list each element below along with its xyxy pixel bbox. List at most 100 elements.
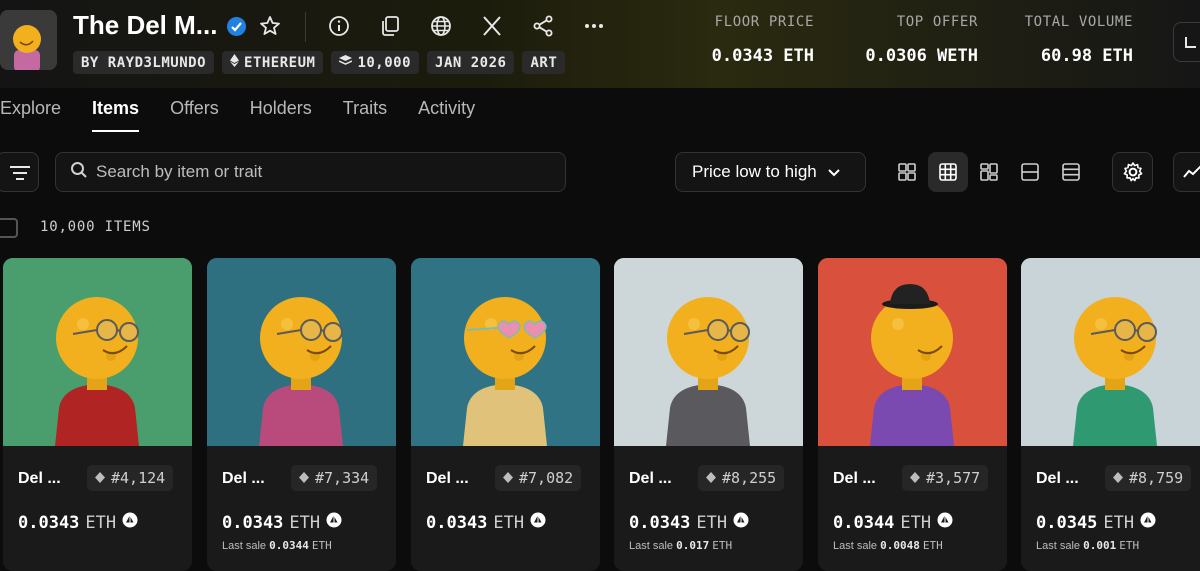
nft-card[interactable]: Del ... #7,082 0.0343 ETH bbox=[411, 258, 600, 571]
stat-label: FLOOR PRICE bbox=[714, 14, 814, 30]
token-id-badge: #3,577 bbox=[902, 465, 989, 491]
nft-card[interactable]: Del ... #3,577 0.0344 ETH Last sale 0.0048 E… bbox=[818, 258, 1007, 571]
price-value: 0.0345 bbox=[1036, 512, 1098, 533]
diamond-icon bbox=[910, 469, 920, 487]
search-icon bbox=[70, 161, 88, 184]
items-count: 10,000 ITEMS bbox=[40, 219, 151, 235]
search-box[interactable] bbox=[55, 152, 566, 192]
verified-badge-icon bbox=[227, 17, 246, 36]
nft-name[interactable]: Del ... bbox=[222, 470, 265, 488]
token-id: #7,082 bbox=[519, 469, 574, 487]
collection-header: The Del M... BY RAYD3LMUNDO ETHEREUM 10,… bbox=[0, 0, 1200, 88]
nft-image[interactable] bbox=[207, 258, 396, 446]
date-label: JAN 2026 bbox=[435, 54, 507, 71]
price-unit: ETH bbox=[85, 512, 117, 533]
opensea-icon bbox=[733, 512, 749, 533]
nft-image[interactable] bbox=[411, 258, 600, 446]
nft-card[interactable]: Del ... #8,759 0.0345 ETH Last sale 0.001 ET… bbox=[1021, 258, 1200, 571]
website-globe-icon[interactable] bbox=[429, 14, 453, 38]
expand-button[interactable] bbox=[1173, 22, 1200, 62]
view-list-button[interactable] bbox=[1010, 152, 1050, 192]
nft-price: 0.0343 ETH bbox=[222, 512, 342, 533]
more-options-icon[interactable] bbox=[582, 14, 606, 38]
activity-chart-button[interactable] bbox=[1173, 152, 1200, 192]
view-grid-button[interactable] bbox=[928, 152, 968, 192]
last-sale: Last sale 0.017 ETH bbox=[629, 539, 732, 552]
opensea-icon bbox=[122, 512, 138, 533]
select-all-checkbox[interactable] bbox=[0, 218, 18, 238]
x-twitter-icon[interactable] bbox=[480, 14, 504, 38]
nft-name[interactable]: Del ... bbox=[833, 470, 876, 488]
last-sale: Last sale 0.0344 ETH bbox=[222, 539, 332, 552]
last-sale-label: Last sale bbox=[833, 540, 878, 552]
settings-button[interactable] bbox=[1112, 152, 1153, 192]
layers-icon bbox=[339, 54, 353, 71]
view-table-button[interactable] bbox=[1051, 152, 1091, 192]
nft-name[interactable]: Del ... bbox=[18, 470, 61, 488]
floor-price-stat: FLOOR PRICE 0.0343 ETH bbox=[700, 14, 814, 66]
supply-chip: 10,000 bbox=[331, 51, 420, 74]
view-mosaic-button[interactable] bbox=[969, 152, 1009, 192]
top-offer-stat: TOP OFFER 0.0306 WETH bbox=[850, 14, 978, 66]
list-icon bbox=[1021, 163, 1039, 181]
last-sale-unit: ETH bbox=[1119, 539, 1140, 552]
nft-price: 0.0344 ETH bbox=[833, 512, 953, 533]
nft-name[interactable]: Del ... bbox=[629, 470, 672, 488]
creator-chip[interactable]: BY RAYD3LMUNDO bbox=[73, 51, 215, 74]
nft-card[interactable]: Del ... #4,124 0.0343 ETH bbox=[3, 258, 192, 571]
tab-activity[interactable]: Activity bbox=[418, 98, 475, 128]
token-id: #3,577 bbox=[926, 469, 981, 487]
nft-image[interactable] bbox=[3, 258, 192, 446]
star-icon[interactable] bbox=[258, 14, 282, 38]
diamond-icon bbox=[95, 469, 105, 487]
diamond-icon bbox=[299, 469, 309, 487]
nft-image[interactable] bbox=[818, 258, 1007, 446]
tab-items[interactable]: Items bbox=[92, 98, 140, 132]
tab-explore[interactable]: Explore bbox=[0, 98, 61, 128]
diamond-icon bbox=[503, 469, 513, 487]
nft-card[interactable]: Del ... #7,334 0.0343 ETH Last sale 0.0344 E… bbox=[207, 258, 396, 571]
nft-image[interactable] bbox=[1021, 258, 1200, 446]
header-divider bbox=[305, 12, 306, 42]
price-unit: ETH bbox=[696, 512, 728, 533]
token-id-badge: #7,082 bbox=[495, 465, 582, 491]
sort-dropdown[interactable]: Price low to high bbox=[675, 152, 866, 192]
chain-label: ETHEREUM bbox=[244, 54, 316, 71]
last-sale: Last sale 0.0048 ETH bbox=[833, 539, 943, 552]
stat-label: TOP OFFER bbox=[896, 14, 978, 30]
token-id-badge: #4,124 bbox=[87, 465, 174, 491]
category-chip[interactable]: ART bbox=[522, 51, 566, 74]
token-id-badge: #8,759 bbox=[1105, 465, 1192, 491]
nft-image[interactable] bbox=[614, 258, 803, 446]
chain-chip: ETHEREUM bbox=[222, 51, 324, 74]
table-icon bbox=[1062, 163, 1080, 181]
nft-name[interactable]: Del ... bbox=[1036, 470, 1079, 488]
view-large-grid-button[interactable] bbox=[887, 152, 927, 192]
nft-price: 0.0343 ETH bbox=[426, 512, 546, 533]
tab-traits[interactable]: Traits bbox=[343, 98, 387, 128]
nft-price: 0.0343 ETH bbox=[629, 512, 749, 533]
tab-offers[interactable]: Offers bbox=[170, 98, 219, 128]
search-input[interactable] bbox=[96, 162, 536, 182]
nft-name[interactable]: Del ... bbox=[426, 470, 469, 488]
last-sale-label: Last sale bbox=[222, 540, 267, 552]
token-id: #8,759 bbox=[1129, 469, 1184, 487]
share-icon[interactable] bbox=[531, 14, 555, 38]
price-value: 0.0343 bbox=[426, 512, 488, 533]
filter-button[interactable] bbox=[0, 152, 39, 192]
price-unit: ETH bbox=[289, 512, 321, 533]
category-label: ART bbox=[530, 54, 558, 71]
copy-icon[interactable] bbox=[378, 14, 402, 38]
tab-holders[interactable]: Holders bbox=[250, 98, 312, 128]
last-sale-value: 0.017 bbox=[676, 539, 710, 552]
grid-icon bbox=[939, 163, 957, 181]
opensea-icon bbox=[1140, 512, 1156, 533]
collection-chips: BY RAYD3LMUNDO ETHEREUM 10,000 JAN 2026 … bbox=[73, 51, 566, 74]
nft-card[interactable]: Del ... #8,255 0.0343 ETH Last sale 0.017 ET… bbox=[614, 258, 803, 571]
token-id: #8,255 bbox=[722, 469, 777, 487]
info-icon[interactable] bbox=[327, 14, 351, 38]
last-sale-value: 0.001 bbox=[1083, 539, 1117, 552]
supply-label: 10,000 bbox=[357, 54, 412, 71]
opensea-icon bbox=[326, 512, 342, 533]
last-sale-unit: ETH bbox=[311, 539, 332, 552]
